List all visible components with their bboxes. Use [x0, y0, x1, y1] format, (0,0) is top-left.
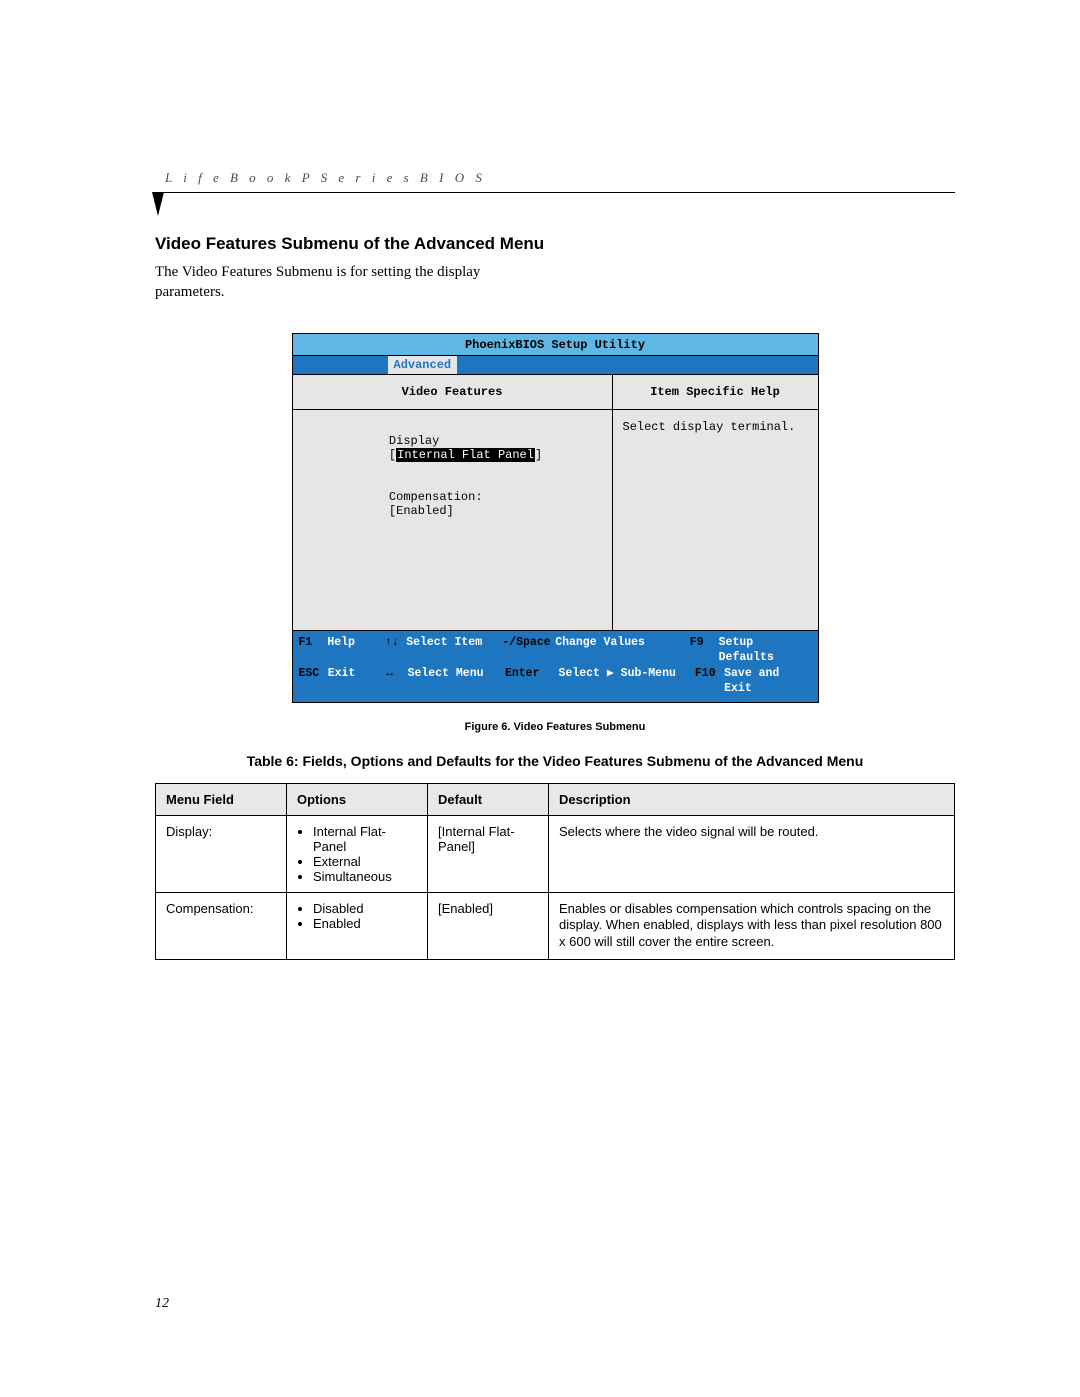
option: Enabled	[313, 916, 417, 931]
option: Internal Flat-Panel	[313, 824, 417, 854]
footer-label: Save and Exit	[724, 666, 811, 697]
bios-setting-display: Display [Internal Flat Panel]	[303, 420, 602, 476]
option: Simultaneous	[313, 869, 417, 884]
running-head: L i f e B o o k P S e r i e s B I O S	[165, 170, 955, 186]
fields-table: Menu Field Options Default Description D…	[155, 783, 955, 961]
bios-help-content: Select display terminal.	[613, 410, 818, 630]
th-menu-field: Menu Field	[156, 783, 287, 815]
bios-left-title: Video Features	[293, 375, 612, 410]
bios-left-content: Display [Internal Flat Panel] Compensati…	[293, 410, 612, 630]
table-row: Compensation: Disabled Enabled [Enabled]…	[156, 892, 955, 960]
th-description: Description	[549, 783, 955, 815]
cell-field: Display:	[156, 815, 287, 892]
bios-setting-value: Enabled	[396, 504, 446, 518]
footer-key: ↔	[386, 666, 407, 697]
footer-key: F1	[299, 635, 328, 666]
table-row: Display: Internal Flat-Panel External Si…	[156, 815, 955, 892]
bios-title: PhoenixBIOS Setup Utility	[293, 334, 818, 356]
footer-key: F9	[690, 635, 719, 666]
bios-setting-label: Compensation:	[389, 490, 489, 504]
cell-description: Enables or disables compensation which c…	[549, 892, 955, 960]
footer-key: ↑↓	[385, 635, 406, 666]
cell-default: [Internal Flat-Panel]	[428, 815, 549, 892]
footer-key: -/Space	[502, 635, 555, 666]
table-header-row: Menu Field Options Default Description	[156, 783, 955, 815]
footer-label: Exit	[328, 666, 386, 697]
header-rule	[155, 192, 955, 193]
footer-label: Help	[327, 635, 385, 666]
cell-description: Selects where the video signal will be r…	[549, 815, 955, 892]
footer-label: Change Values	[555, 635, 690, 666]
header-wedge-icon	[152, 192, 164, 216]
bios-setting-label: Display	[389, 434, 489, 448]
bios-help-text: Select display terminal.	[623, 420, 808, 434]
figure-caption: Figure 6. Video Features Submenu	[155, 721, 955, 733]
footer-label: Setup Defaults	[719, 635, 812, 666]
footer-label: Select Menu	[408, 666, 505, 697]
bios-setting-value: Internal Flat Panel	[396, 448, 535, 462]
option: External	[313, 854, 417, 869]
th-options: Options	[287, 783, 428, 815]
page-number: 12	[155, 1296, 169, 1312]
bios-tab-row: Advanced	[293, 356, 818, 375]
footer-label: Select Item	[406, 635, 502, 666]
bios-tab-advanced: Advanced	[388, 356, 458, 374]
bios-footer: F1 Help ↑↓ Select Item -/Space Change Va…	[293, 630, 818, 702]
footer-key: Enter	[505, 666, 559, 697]
option: Disabled	[313, 901, 417, 916]
intro-paragraph: The Video Features Submenu is for settin…	[155, 262, 505, 303]
bios-screenshot: PhoenixBIOS Setup Utility Advanced Video…	[292, 333, 819, 703]
bios-right-title: Item Specific Help	[613, 375, 818, 410]
cell-field: Compensation:	[156, 892, 287, 960]
th-default: Default	[428, 783, 549, 815]
cell-options: Internal Flat-Panel External Simultaneou…	[287, 815, 428, 892]
bios-setting-compensation: Compensation: [Enabled]	[303, 476, 602, 532]
cell-options: Disabled Enabled	[287, 892, 428, 960]
footer-key: F10	[695, 666, 724, 697]
footer-key: ESC	[299, 666, 328, 697]
table-caption: Table 6: Fields, Options and Defaults fo…	[155, 753, 955, 769]
cell-default: [Enabled]	[428, 892, 549, 960]
section-title: Video Features Submenu of the Advanced M…	[155, 234, 955, 254]
footer-label: Select ▶ Sub-Menu	[559, 666, 695, 697]
